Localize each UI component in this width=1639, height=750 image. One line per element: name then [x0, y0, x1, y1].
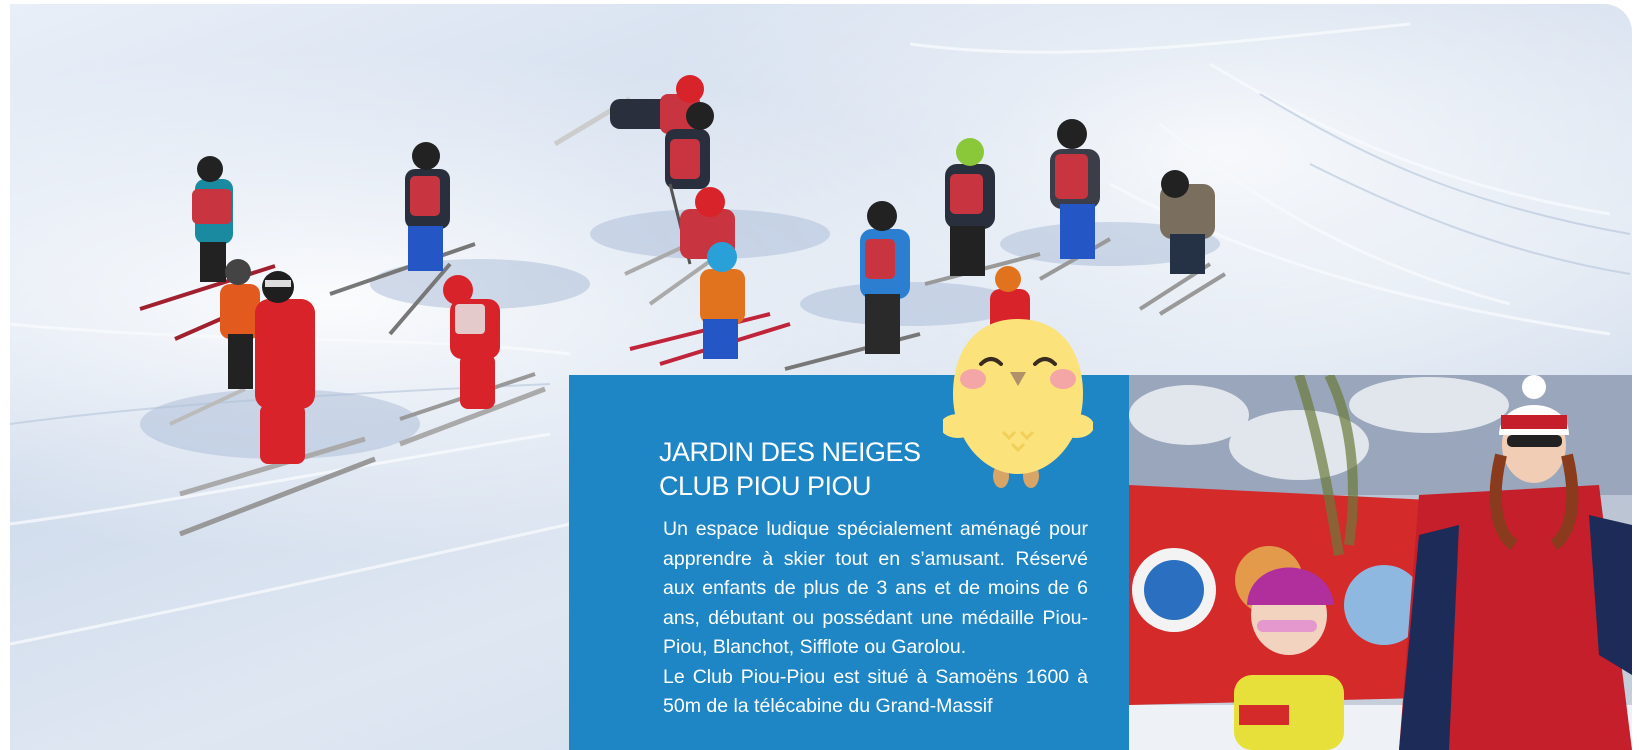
title-line-2: CLUB PIOU PIOU	[659, 471, 872, 501]
description-paragraph-2: Le Club Piou-Piou est situé à Samoëns 16…	[663, 665, 1088, 718]
page: JARDIN DES NEIGES CLUB PIOU PIOU Un espa…	[0, 0, 1639, 750]
page-title: JARDIN DES NEIGES CLUB PIOU PIOU	[659, 435, 959, 503]
instructor-illustration	[1129, 375, 1632, 750]
chick-mascot-icon	[940, 314, 1094, 489]
esf-badge	[1239, 705, 1289, 725]
title-line-1: JARDIN DES NEIGES	[659, 437, 921, 467]
instructor-child-photo	[1129, 375, 1632, 750]
description-paragraph-1: Un espace ludique spécialement aménagé p…	[663, 518, 1088, 658]
info-description: Un espace ludique spécialement aménagé p…	[663, 515, 1088, 722]
